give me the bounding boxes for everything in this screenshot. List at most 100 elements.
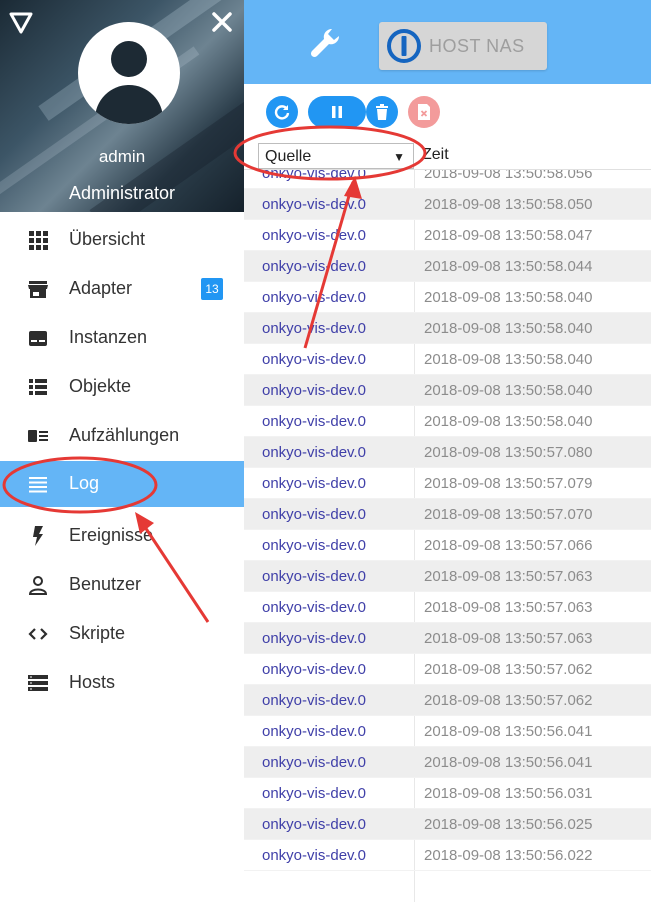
avatar: [78, 22, 180, 124]
table-row[interactable]: onkyo-vis-dev.0 2018-09-08 13:50:58.040: [244, 313, 651, 344]
user-name: admin: [98, 147, 146, 166]
table-row[interactable]: onkyo-vis-dev.0 2018-09-08 13:50:56.025: [244, 809, 651, 840]
log-time-cell: 2018-09-08 13:50:57.063: [424, 630, 593, 647]
source-filter-label: Quelle: [265, 148, 312, 165]
sidebar-item-label: Log: [69, 473, 100, 493]
log-source-cell: onkyo-vis-dev.0: [262, 754, 366, 771]
log-source-cell: onkyo-vis-dev.0: [262, 475, 366, 492]
sidebar-item-label: Skripte: [69, 623, 126, 643]
log-time-cell: 2018-09-08 13:50:58.056: [424, 170, 593, 182]
enums-icon: [28, 430, 48, 442]
source-filter-select[interactable]: Quelle ▼: [258, 143, 414, 169]
table-row[interactable]: onkyo-vis-dev.0 2018-09-08 13:50:58.050: [244, 189, 651, 220]
log-time-cell: 2018-09-08 13:50:56.041: [424, 754, 593, 771]
clear-log-button[interactable]: [366, 96, 398, 128]
table-row[interactable]: onkyo-vis-dev.0 2018-09-08 13:50:58.040: [244, 282, 651, 313]
sidebar-item-skripte[interactable]: Skripte: [0, 611, 244, 657]
table-row[interactable]: onkyo-vis-dev.0 2018-09-08 13:50:57.079: [244, 468, 651, 499]
log-table-body: onkyo-vis-dev.0 2018-09-08 13:50:58.056 on…: [244, 170, 651, 902]
refresh-button[interactable]: [266, 96, 298, 128]
sidebar-item-benutzer[interactable]: Benutzer: [0, 562, 244, 608]
log-time-cell: 2018-09-08 13:50:57.070: [424, 506, 593, 523]
log-lines-icon: [29, 477, 47, 493]
sidebar-item-instanzen[interactable]: Instanzen: [0, 315, 244, 361]
table-row[interactable]: onkyo-vis-dev.0 2018-09-08 13:50:57.070: [244, 499, 651, 530]
log-time-cell: 2018-09-08 13:50:58.040: [424, 289, 593, 306]
log-source-cell: onkyo-vis-dev.0: [262, 196, 366, 213]
log-source-cell: onkyo-vis-dev.0: [262, 661, 366, 678]
sidebar: admin Administrator Übersicht Adapter 13…: [0, 0, 244, 902]
log-time-cell: 2018-09-08 13:50:57.062: [424, 692, 593, 709]
table-row[interactable]: onkyo-vis-dev.0 2018-09-08 13:50:56.041: [244, 716, 651, 747]
pause-icon: [332, 106, 342, 118]
log-source-cell: onkyo-vis-dev.0: [262, 506, 366, 523]
table-row[interactable]: onkyo-vis-dev.0 2018-09-08 13:50:58.040: [244, 344, 651, 375]
log-time-cell: 2018-09-08 13:50:57.066: [424, 537, 593, 554]
list-icon: [29, 379, 47, 395]
sidebar-item-label: Übersicht: [69, 229, 146, 249]
log-time-cell: 2018-09-08 13:50:56.022: [424, 847, 593, 864]
sidebar-item-objekte[interactable]: Objekte: [0, 364, 244, 410]
table-row[interactable]: onkyo-vis-dev.0 2018-09-08 13:50:57.063: [244, 561, 651, 592]
log-time-cell: 2018-09-08 13:50:58.047: [424, 227, 593, 244]
top-bar: HOST NAS: [244, 0, 651, 84]
log-source-cell: onkyo-vis-dev.0: [262, 816, 366, 833]
sidebar-item-ereignisse[interactable]: Ereignisse: [0, 513, 244, 559]
sidebar-item-uebersicht[interactable]: Übersicht: [0, 217, 244, 263]
log-time-cell: 2018-09-08 13:50:57.080: [424, 444, 593, 461]
log-time-cell: 2018-09-08 13:50:56.025: [424, 816, 593, 833]
table-row[interactable]: onkyo-vis-dev.0 2018-09-08 13:50:58.040: [244, 406, 651, 437]
sidebar-item-hosts[interactable]: Hosts: [0, 660, 244, 706]
table-row[interactable]: onkyo-vis-dev.0 2018-09-08 13:50:57.066: [244, 530, 651, 561]
delete-log-button[interactable]: [408, 96, 440, 128]
host-label: HOST NAS: [429, 36, 525, 56]
log-time-cell: 2018-09-08 13:50:58.040: [424, 413, 593, 430]
sidebar-item-adapter[interactable]: Adapter 13: [0, 266, 244, 312]
wrench-icon[interactable]: [308, 26, 342, 60]
sidebar-item-label: Benutzer: [69, 574, 142, 594]
sidebar-item-label: Adapter: [69, 278, 133, 298]
pause-button[interactable]: [308, 96, 366, 128]
host-button[interactable]: HOST NAS: [379, 22, 547, 70]
user-icon: [28, 576, 48, 595]
log-source-cell: onkyo-vis-dev.0: [262, 227, 366, 244]
table-row[interactable]: onkyo-vis-dev.0 2018-09-08 13:50:58.044: [244, 251, 651, 282]
log-source-cell: onkyo-vis-dev.0: [262, 785, 366, 802]
trash-icon: [376, 104, 388, 120]
log-source-cell: onkyo-vis-dev.0: [262, 723, 366, 740]
sidebar-item-label: Hosts: [69, 672, 116, 692]
table-row[interactable]: onkyo-vis-dev.0 2018-09-08 13:50:58.056: [244, 170, 651, 189]
power-icon: [387, 29, 421, 63]
table-row[interactable]: onkyo-vis-dev.0 2018-09-08 13:50:57.080: [244, 437, 651, 468]
log-source-cell: onkyo-vis-dev.0: [262, 413, 366, 430]
table-row[interactable]: onkyo-vis-dev.0 2018-09-08 13:50:56.022: [244, 840, 651, 871]
table-row[interactable]: onkyo-vis-dev.0 2018-09-08 13:50:57.062: [244, 685, 651, 716]
user-role: Administrator: [68, 183, 176, 203]
log-source-cell: onkyo-vis-dev.0: [262, 382, 366, 399]
table-row[interactable]: onkyo-vis-dev.0 2018-09-08 13:50:57.063: [244, 623, 651, 654]
menu-toggle-icon[interactable]: [7, 8, 35, 36]
table-row[interactable]: onkyo-vis-dev.0 2018-09-08 13:50:56.031: [244, 778, 651, 809]
table-row[interactable]: onkyo-vis-dev.0 2018-09-08 13:50:57.063: [244, 592, 651, 623]
log-time-cell: 2018-09-08 13:50:56.041: [424, 723, 593, 740]
dropdown-arrow-icon: ▼: [393, 150, 405, 164]
table-row[interactable]: onkyo-vis-dev.0 2018-09-08 13:50:56.041: [244, 747, 651, 778]
log-source-cell: onkyo-vis-dev.0: [262, 351, 366, 368]
log-source-cell: onkyo-vis-dev.0: [262, 320, 366, 337]
close-icon[interactable]: [208, 8, 236, 36]
sidebar-item-label: Objekte: [69, 376, 132, 396]
log-source-cell: onkyo-vis-dev.0: [262, 692, 366, 709]
sidebar-item-aufzaehlungen[interactable]: Aufzählungen: [0, 413, 244, 459]
table-row[interactable]: onkyo-vis-dev.0 2018-09-08 13:50:57.062: [244, 654, 651, 685]
delete-file-icon: [418, 104, 430, 120]
table-row[interactable]: onkyo-vis-dev.0 2018-09-08 13:50:58.040: [244, 375, 651, 406]
log-source-cell: onkyo-vis-dev.0: [262, 599, 366, 616]
table-row[interactable]: onkyo-vis-dev.0 2018-09-08 13:50:58.047: [244, 220, 651, 251]
log-source-cell: onkyo-vis-dev.0: [262, 258, 366, 275]
log-time-cell: 2018-09-08 13:50:58.050: [424, 196, 593, 213]
lightning-icon: [33, 526, 43, 546]
log-source-cell: onkyo-vis-dev.0: [262, 170, 366, 182]
profile-header: admin Administrator: [0, 0, 244, 212]
sidebar-item-log[interactable]: Log: [0, 461, 244, 507]
log-time-cell: 2018-09-08 13:50:57.063: [424, 599, 593, 616]
